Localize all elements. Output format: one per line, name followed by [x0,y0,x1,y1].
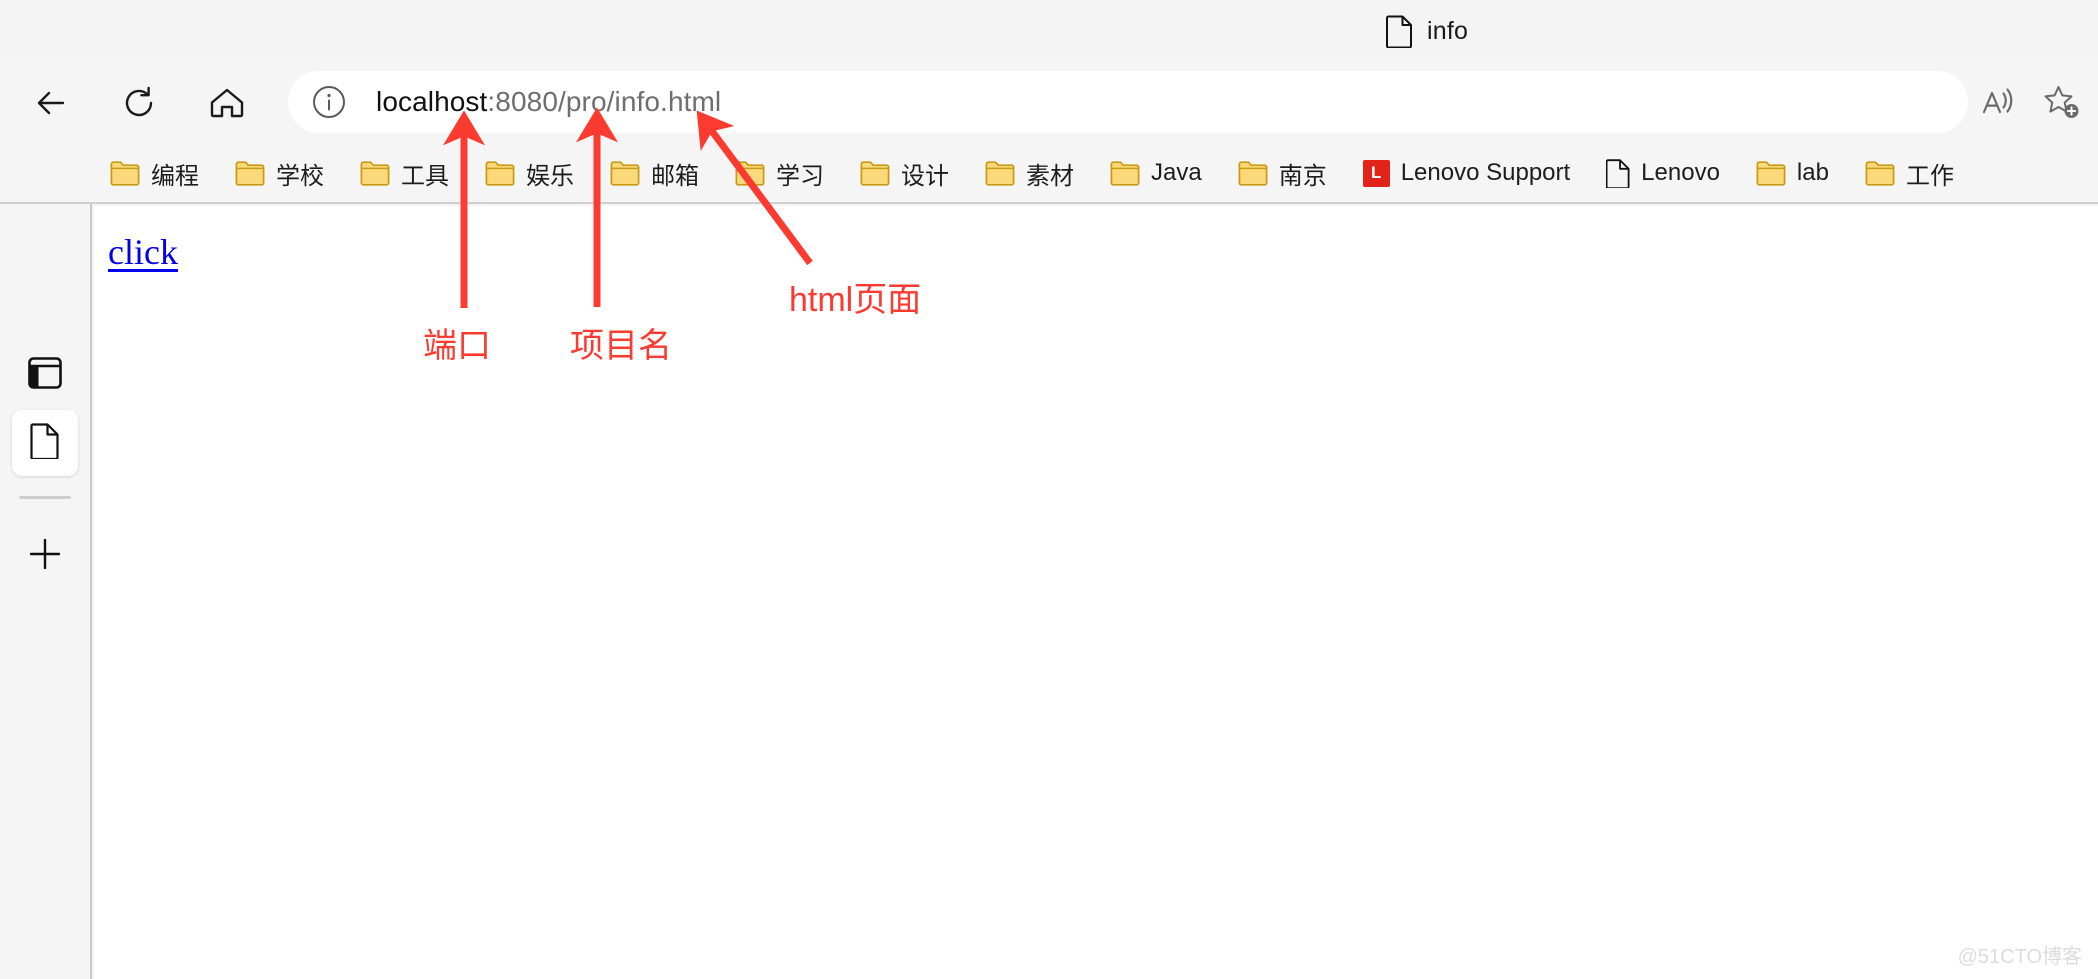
bookmark-label: lab [1796,159,1829,186]
add-favorite-star-icon[interactable] [2032,73,2090,131]
read-aloud-icon[interactable] [1968,73,2026,131]
folder-icon [360,160,390,186]
url-host: localhost [376,86,488,117]
bookmark-item[interactable]: lab [1756,159,1829,187]
click-link[interactable]: click [108,231,178,273]
folder-icon [735,160,765,186]
folder-icon [985,160,1015,186]
browser-window: info localhost:8080/pro/info.html 编程 学校 … [0,0,2098,979]
annotation-label-port: 端口 [423,327,491,365]
folder-icon [1756,160,1786,186]
bookmark-item[interactable]: 工作 [1865,156,1954,191]
bookmark-item[interactable]: Lenovo [1606,158,1720,188]
bookmark-label: Lenovo [1641,159,1720,186]
bookmark-label: 素材 [1026,162,1074,190]
bookmark-item[interactable]: 娱乐 [485,156,574,191]
vertical-tab-sidebar [0,204,92,979]
watermark: @51CTO博客 [1957,946,2082,968]
bookmark-label: 工作 [1905,162,1954,190]
home-icon[interactable] [196,72,258,134]
folder-icon [1110,160,1140,186]
back-arrow-icon[interactable] [20,72,82,134]
document-icon [30,422,60,464]
annotation-label-project-name: 项目名 [570,327,672,365]
tab-strip: info [0,0,2098,62]
bookmark-item[interactable]: 设计 [860,156,949,191]
reload-icon[interactable] [108,72,170,134]
bookmark-label: 南京 [1278,162,1327,190]
bookmark-item[interactable]: 邮箱 [610,156,699,191]
folder-icon [610,160,640,186]
bookmark-item[interactable]: 学校 [235,156,324,191]
url-input[interactable]: localhost:8080/pro/info.html [376,88,721,116]
bookmark-item[interactable]: 工具 [360,156,449,191]
document-icon [1386,15,1413,48]
bookmark-item[interactable]: Java [1110,159,1202,187]
bookmark-label: 编程 [151,162,199,190]
address-bar[interactable]: localhost:8080/pro/info.html [288,71,1968,133]
document-icon [1606,158,1630,188]
bookmark-label: 设计 [901,162,949,190]
site-info-icon[interactable] [312,85,346,119]
folder-icon [1865,160,1895,186]
folder-icon [485,160,515,186]
tab-title: info [1427,16,1469,45]
folder-icon [235,160,265,186]
bookmark-label: 邮箱 [651,162,699,190]
bookmark-item[interactable]: 编程 [110,156,199,191]
lenovo-l-icon: L [1362,159,1390,187]
plus-icon[interactable] [12,521,78,587]
bookmark-item[interactable]: 南京 [1238,156,1327,191]
url-path: :8080/pro/info.html [487,86,722,117]
omnibox-actions [1968,71,2098,133]
annotation-label-html-page: html页面 [789,281,922,319]
vertical-tabs-icon[interactable] [12,340,78,406]
bookmark-label: 学习 [776,162,824,190]
sidebar-page-tab[interactable] [12,410,78,476]
bookmark-label: 工具 [401,162,449,190]
page-content: click [94,206,2098,979]
bookmark-label: 学校 [276,162,324,190]
folder-icon [110,160,140,186]
browser-tab-info[interactable]: info [1370,4,1484,58]
folder-icon [860,160,890,186]
bookmark-label: Java [1151,159,1202,186]
bookmark-label: 娱乐 [526,162,574,190]
bookmarks-bar: 编程 学校 工具 娱乐 邮箱 学习 设计 素材 Java 南京 L Lenovo Support Len… [0,144,2098,204]
bookmark-item[interactable]: L Lenovo Support [1362,159,1571,187]
bookmark-item[interactable]: 学习 [735,156,824,191]
bookmark-item[interactable]: 素材 [985,156,1074,191]
bookmark-label: Lenovo Support [1400,159,1571,186]
sidebar-divider [19,496,71,499]
folder-icon [1238,160,1268,186]
